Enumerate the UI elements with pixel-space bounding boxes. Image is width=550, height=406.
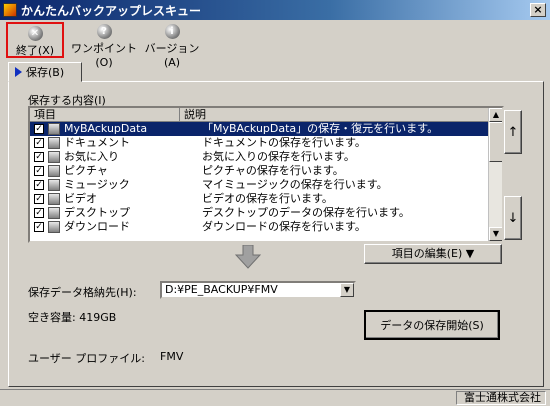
destination-value: D:¥PE_BACKUP¥FMV — [165, 283, 278, 296]
backup-items-list[interactable]: 項目 説明 ✓ MyBAckupData 「MyBAckupData」の保存・復元を… — [28, 106, 504, 243]
list-scrollbar[interactable]: ▲ ▼ — [488, 108, 502, 241]
item-checkbox[interactable]: ✓ — [34, 180, 44, 190]
item-name: デスクトップ — [64, 206, 130, 219]
folder-icon — [48, 165, 60, 177]
move-up-button[interactable]: ↑ — [504, 110, 522, 154]
app-icon — [3, 3, 17, 17]
folder-icon — [48, 137, 60, 149]
list-item[interactable]: ✓ ダウンロード ダウンロードの保存を行います。 — [30, 220, 502, 234]
item-name: MyBAckupData — [64, 122, 148, 135]
list-rows: ✓ MyBAckupData 「MyBAckupData」の保存・復元を行います。 ✓… — [30, 122, 502, 234]
free-space-label: 空き容量: 419GB — [28, 311, 117, 324]
item-description: ビデオの保存を行います。 — [202, 192, 333, 205]
item-name: お気に入り — [64, 150, 119, 163]
item-checkbox[interactable]: ✓ — [34, 208, 44, 218]
list-item[interactable]: ✓ デスクトップ デスクトップのデータの保存を行います。 — [30, 206, 502, 220]
column-header-item[interactable]: 項目 — [30, 108, 180, 121]
title-bar: かんたんバックアップレスキュー × — [0, 0, 550, 20]
list-item[interactable]: ✓ ドキュメント ドキュメントの保存を行います。 — [30, 136, 502, 150]
item-name: ダウンロード — [64, 220, 130, 233]
item-name: ピクチャ — [64, 164, 108, 177]
scroll-thumb[interactable] — [489, 122, 502, 162]
folder-icon — [48, 221, 60, 233]
item-name: ミュージック — [64, 178, 130, 191]
column-header-description[interactable]: 説明 — [180, 108, 502, 121]
item-checkbox[interactable]: ✓ — [34, 152, 44, 162]
folder-icon — [48, 193, 60, 205]
destination-label: 保存データ格納先(H): — [28, 286, 137, 299]
edit-items-button[interactable]: 項目の編集(E) ▼ — [364, 244, 502, 264]
item-checkbox[interactable]: ✓ — [34, 194, 44, 204]
item-description: マイミュージックの保存を行います。 — [202, 178, 388, 191]
item-description: ピクチャの保存を行います。 — [202, 164, 344, 177]
list-header: 項目 説明 — [30, 108, 502, 122]
item-description: ダウンロードの保存を行います。 — [202, 220, 366, 233]
company-status: 富士通株式会社 — [456, 391, 546, 405]
info-icon: i — [164, 24, 180, 39]
close-circle-icon: ✕ — [27, 26, 43, 41]
question-icon: ? — [96, 24, 112, 39]
item-description: デスクトップのデータの保存を行います。 — [202, 206, 410, 219]
version-button[interactable]: i バージョン(A) — [140, 22, 204, 69]
item-description: 「MyBAckupData」の保存・復元を行います。 — [202, 122, 439, 135]
exit-label: 終了(X) — [15, 44, 55, 57]
user-profile-value: FMV — [160, 350, 184, 363]
list-item[interactable]: ✓ ミュージック マイミュージックの保存を行います。 — [30, 178, 502, 192]
folder-icon — [48, 179, 60, 191]
scroll-up-icon[interactable]: ▲ — [489, 108, 502, 122]
list-item[interactable]: ✓ お気に入り お気に入りの保存を行います。 — [30, 150, 502, 164]
item-description: お気に入りの保存を行います。 — [202, 150, 355, 163]
scroll-down-icon[interactable]: ▼ — [489, 227, 502, 241]
item-name: ビデオ — [64, 192, 97, 205]
list-item[interactable]: ✓ MyBAckupData 「MyBAckupData」の保存・復元を行います。 — [30, 122, 502, 136]
window-title: かんたんバックアップレスキュー — [21, 3, 202, 18]
folder-icon — [48, 123, 60, 135]
user-profile-label: ユーザー プロファイル: — [28, 352, 145, 365]
move-down-button[interactable]: ↓ — [504, 196, 522, 240]
item-name: ドキュメント — [64, 136, 130, 149]
item-checkbox[interactable]: ✓ — [34, 222, 44, 232]
status-bar: 富士通株式会社 — [0, 389, 550, 406]
onepoint-button[interactable]: ? ワンポイント(O) — [70, 22, 138, 69]
exit-button[interactable]: ✕ 終了(X) — [6, 22, 64, 58]
chevron-down-icon[interactable]: ▼ — [340, 283, 354, 297]
list-item[interactable]: ✓ ビデオ ビデオの保存を行います。 — [30, 192, 502, 206]
folder-icon — [48, 207, 60, 219]
down-arrow-icon — [235, 245, 261, 269]
item-checkbox[interactable]: ✓ — [34, 124, 44, 134]
item-checkbox[interactable]: ✓ — [34, 166, 44, 176]
tab-save[interactable]: 保存(B) — [8, 62, 82, 82]
toolbar: ✕ 終了(X) ? ワンポイント(O) i バージョン(A) — [0, 20, 550, 69]
close-button[interactable]: × — [530, 3, 546, 17]
folder-icon — [48, 151, 60, 163]
tab-label: 保存(B) — [26, 66, 65, 79]
item-description: ドキュメントの保存を行います。 — [202, 136, 366, 149]
start-save-button[interactable]: データの保存開始(S) — [364, 310, 500, 340]
version-label: バージョン(A) — [144, 42, 200, 69]
list-item[interactable]: ✓ ピクチャ ピクチャの保存を行います。 — [30, 164, 502, 178]
item-checkbox[interactable]: ✓ — [34, 138, 44, 148]
tab-arrow-icon — [15, 67, 22, 77]
destination-select[interactable]: D:¥PE_BACKUP¥FMV ▼ — [160, 281, 356, 299]
